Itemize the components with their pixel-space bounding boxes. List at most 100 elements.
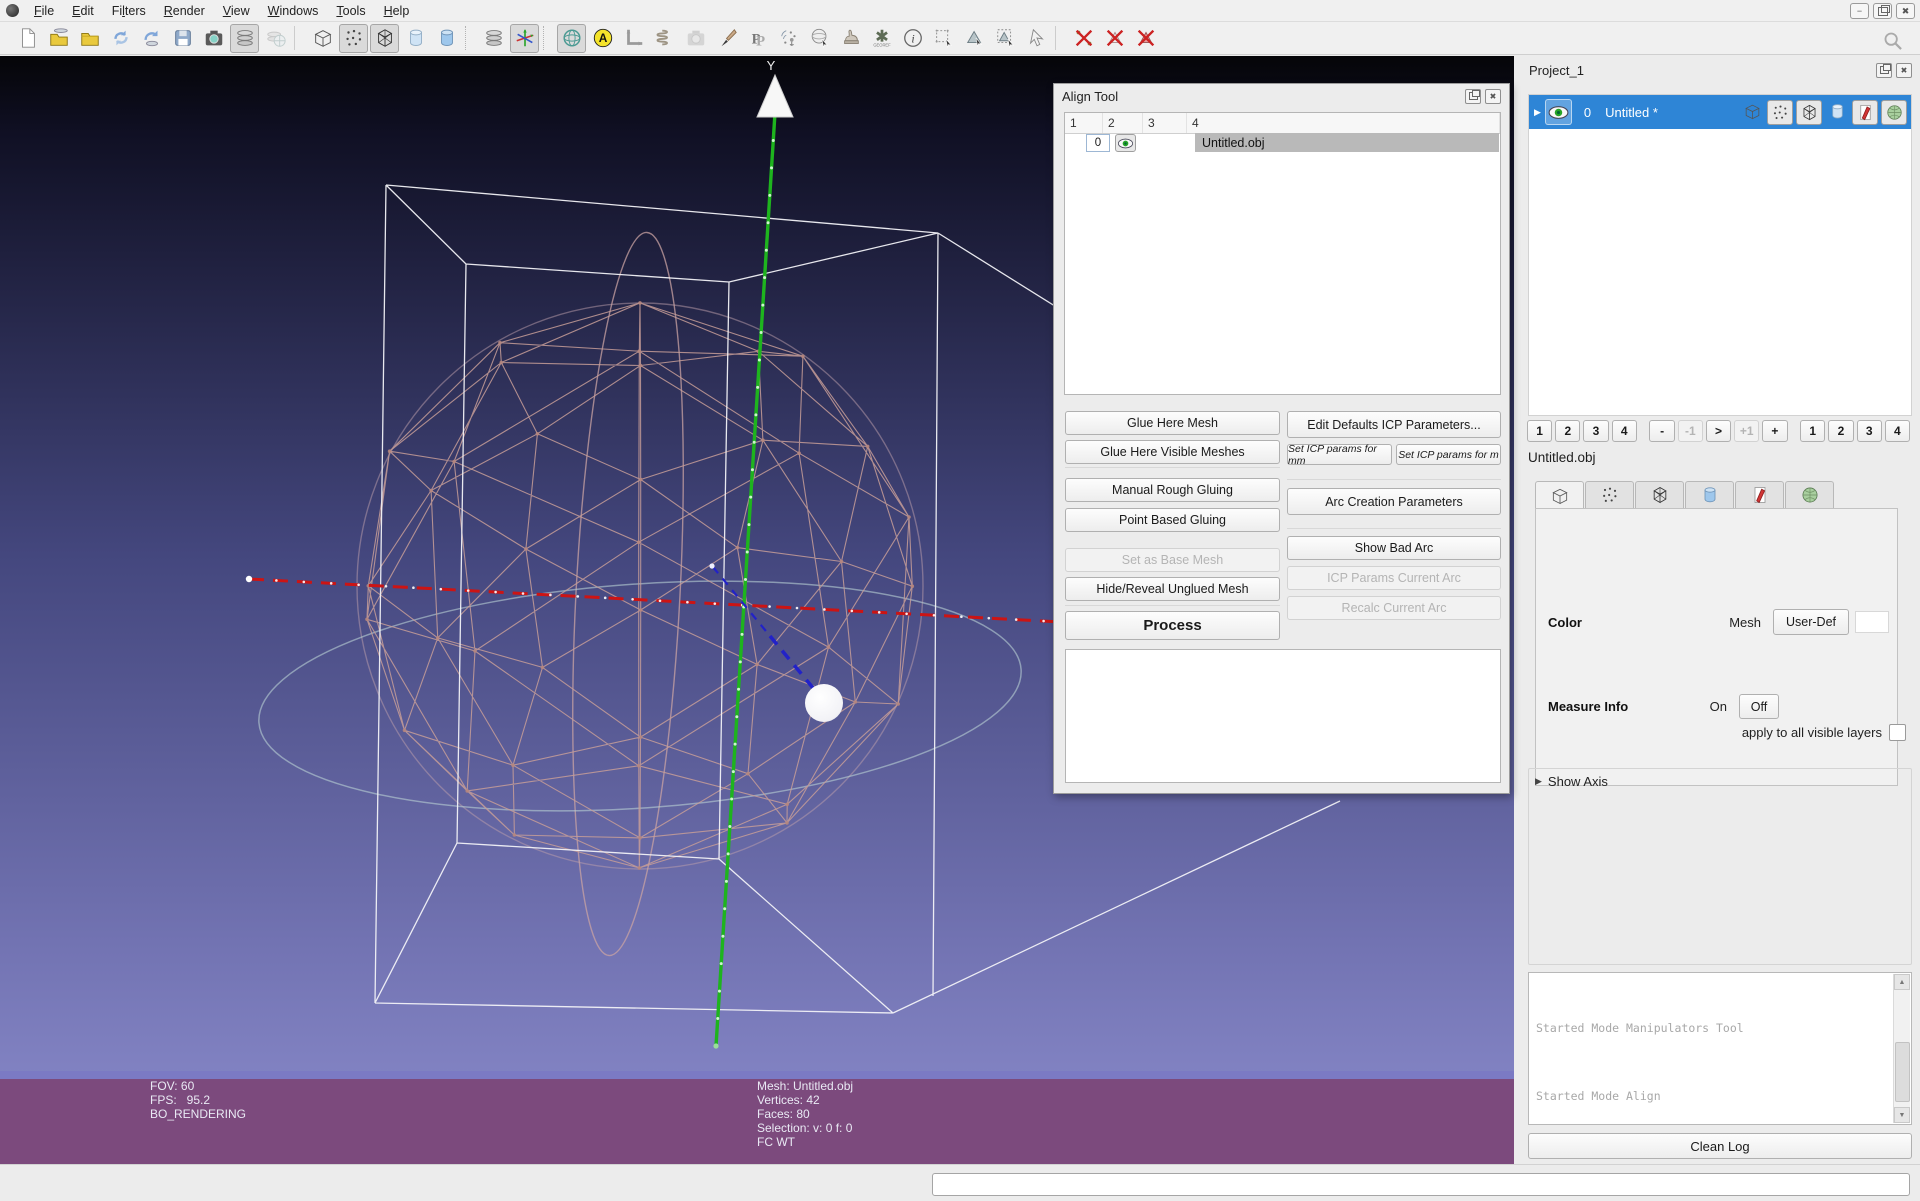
save-project-icon[interactable] <box>168 24 197 53</box>
layer-toggle-red-wedge-icon[interactable] <box>1852 100 1878 125</box>
scroll-down-icon[interactable]: ▼ <box>1894 1107 1910 1123</box>
tab-red-wedge[interactable] <box>1735 481 1784 508</box>
menu-tools[interactable]: Tools <box>327 2 374 20</box>
menu-view[interactable]: View <box>214 2 259 20</box>
align-mesh-table[interactable]: 1234 0 Untitled.obj <box>1064 112 1501 395</box>
scrollbar-thumb[interactable] <box>1895 1042 1910 1102</box>
mesh-name-cell[interactable]: Untitled.obj <box>1195 133 1499 152</box>
float-dock-button[interactable] <box>1876 63 1892 78</box>
mesh-slot-1[interactable]: 1 <box>1800 420 1825 442</box>
decorator-slot-1[interactable]: 1 <box>1527 420 1552 442</box>
delete-vertices-icon[interactable] <box>1069 24 1098 53</box>
float-dialog-button[interactable] <box>1465 89 1481 104</box>
menu-help[interactable]: Help <box>375 2 419 20</box>
glue-here-mesh-button[interactable]: Glue Here Mesh <box>1065 411 1280 435</box>
menu-filters[interactable]: Filters <box>103 2 155 20</box>
measure-corner-icon[interactable] <box>619 24 648 53</box>
menu-file[interactable]: File <box>25 2 63 20</box>
manual-rough-gluing-button[interactable]: Manual Rough Gluing <box>1065 478 1280 502</box>
points-render-icon[interactable] <box>339 24 368 53</box>
menu-render[interactable]: Render <box>155 2 214 20</box>
show-bad-arc-button[interactable]: Show Bad Arc <box>1287 536 1501 560</box>
tab-green-sphere[interactable] <box>1785 481 1834 508</box>
arc-creation-parameters-button[interactable]: Arc Creation Parameters <box>1287 488 1501 515</box>
layers-stack-icon[interactable] <box>479 24 508 53</box>
open-mesh-icon[interactable] <box>75 24 104 53</box>
minimize-button[interactable]: − <box>1850 3 1869 19</box>
tab-cube[interactable] <box>1535 481 1584 510</box>
restore-button[interactable] <box>1873 3 1892 19</box>
align-table-row[interactable]: 0 Untitled.obj <box>1065 133 1500 152</box>
pager--button[interactable]: + <box>1762 420 1787 442</box>
menu-edit[interactable]: Edit <box>63 2 103 20</box>
log-scrollbar[interactable]: ▲ ▼ <box>1893 974 1910 1123</box>
close-button[interactable]: ✖ <box>1896 3 1915 19</box>
search-icon[interactable] <box>1878 26 1907 55</box>
close-dock-button[interactable]: ✖ <box>1896 63 1912 78</box>
layer-toggle-cyl-flat-icon[interactable] <box>1825 100 1849 123</box>
deselect-icon[interactable] <box>1022 24 1051 53</box>
layer-toggle-cube-icon[interactable] <box>1740 100 1764 123</box>
manipulator-icon[interactable] <box>510 24 539 53</box>
select-faces-rect-icon[interactable] <box>991 24 1020 53</box>
set-icp-mm-button[interactable]: Set ICP params for mm <box>1287 444 1392 465</box>
tab-wirecube[interactable] <box>1635 481 1684 508</box>
layer-toggle-points-icon[interactable] <box>1767 100 1793 125</box>
new-project-icon[interactable] <box>13 24 42 53</box>
measure-option-off-button[interactable]: Off <box>1739 694 1779 719</box>
decorator-slot-3[interactable]: 3 <box>1583 420 1608 442</box>
status-input[interactable] <box>932 1173 1910 1196</box>
apply-all-layers-checkbox[interactable] <box>1889 724 1906 741</box>
ambient-a-icon[interactable]: A <box>588 24 617 53</box>
expand-arrow-icon[interactable]: ▶ <box>1534 107 1541 118</box>
show-layer-dialog-icon[interactable] <box>230 24 259 53</box>
flat-render-icon[interactable] <box>401 24 430 53</box>
measure-option-on[interactable]: On <box>1710 699 1727 714</box>
color-option-userdef-button[interactable]: User-Def <box>1773 609 1849 635</box>
process-button[interactable]: Process <box>1065 611 1280 640</box>
smooth-render-icon[interactable] <box>432 24 461 53</box>
clean-log-button[interactable]: Clean Log <box>1528 1133 1912 1159</box>
reload-all-icon[interactable] <box>137 24 166 53</box>
layer-list[interactable]: ▶ 0 Untitled * <box>1528 94 1912 416</box>
trackball-icon[interactable] <box>557 24 586 53</box>
set-icp-m-button[interactable]: Set ICP params for m <box>1396 444 1501 465</box>
hide-reveal-unglued-mesh-button[interactable]: Hide/Reveal Unglued Mesh <box>1065 577 1280 601</box>
delete-selected-icon[interactable] <box>1131 24 1160 53</box>
scroll-up-icon[interactable]: ▲ <box>1894 974 1910 990</box>
reload-mesh-icon[interactable] <box>106 24 135 53</box>
open-project-icon[interactable] <box>44 24 73 53</box>
align-arc-list[interactable] <box>1065 649 1501 783</box>
mesh-id-cell[interactable]: 0 <box>1086 134 1110 152</box>
align-dialog-titlebar[interactable]: Align Tool ✖ <box>1054 84 1509 108</box>
project-dock-titlebar[interactable]: Project_1 ✖ <box>1521 58 1920 82</box>
paint-brush-icon[interactable] <box>712 24 741 53</box>
show-axis-header[interactable]: ▶ Show Axis <box>1529 769 1911 789</box>
layer-toggle-green-sphere-icon[interactable] <box>1881 100 1907 125</box>
scan-align-icon[interactable] <box>774 24 803 53</box>
bbox-render-icon[interactable] <box>308 24 337 53</box>
mesh-slot-2[interactable]: 2 <box>1828 420 1853 442</box>
select-faces-icon[interactable] <box>960 24 989 53</box>
menu-windows[interactable]: Windows <box>259 2 328 20</box>
pager--button[interactable]: > <box>1706 420 1731 442</box>
info-icon[interactable]: i <box>898 24 927 53</box>
pager--button[interactable]: - <box>1649 420 1674 442</box>
eye-icon[interactable] <box>1115 134 1136 152</box>
georef-icon[interactable]: GEOREF <box>867 24 896 53</box>
mesh-slot-3[interactable]: 3 <box>1857 420 1882 442</box>
tab-points[interactable] <box>1585 481 1634 508</box>
pymeshlab-icon[interactable]: PP <box>743 24 772 53</box>
snapshot-icon[interactable] <box>199 24 228 53</box>
log-output[interactable]: Started Mode Manipulators ToolStarted Mo… <box>1528 972 1912 1125</box>
wireframe-render-icon[interactable] <box>370 24 399 53</box>
select-vertices-icon[interactable] <box>929 24 958 53</box>
mesh-slot-4[interactable]: 4 <box>1885 420 1910 442</box>
tab-cyl-smooth[interactable] <box>1685 481 1734 508</box>
edit-defaults-icp-button[interactable]: Edit Defaults ICP Parameters... <box>1287 411 1501 438</box>
decorator-slot-2[interactable]: 2 <box>1555 420 1580 442</box>
point-based-gluing-button[interactable]: Point Based Gluing <box>1065 508 1280 532</box>
glue-here-visible-meshes-button[interactable]: Glue Here Visible Meshes <box>1065 440 1280 464</box>
layer-toggle-wirecube-icon[interactable] <box>1796 100 1822 125</box>
color-swatch[interactable] <box>1855 611 1889 633</box>
